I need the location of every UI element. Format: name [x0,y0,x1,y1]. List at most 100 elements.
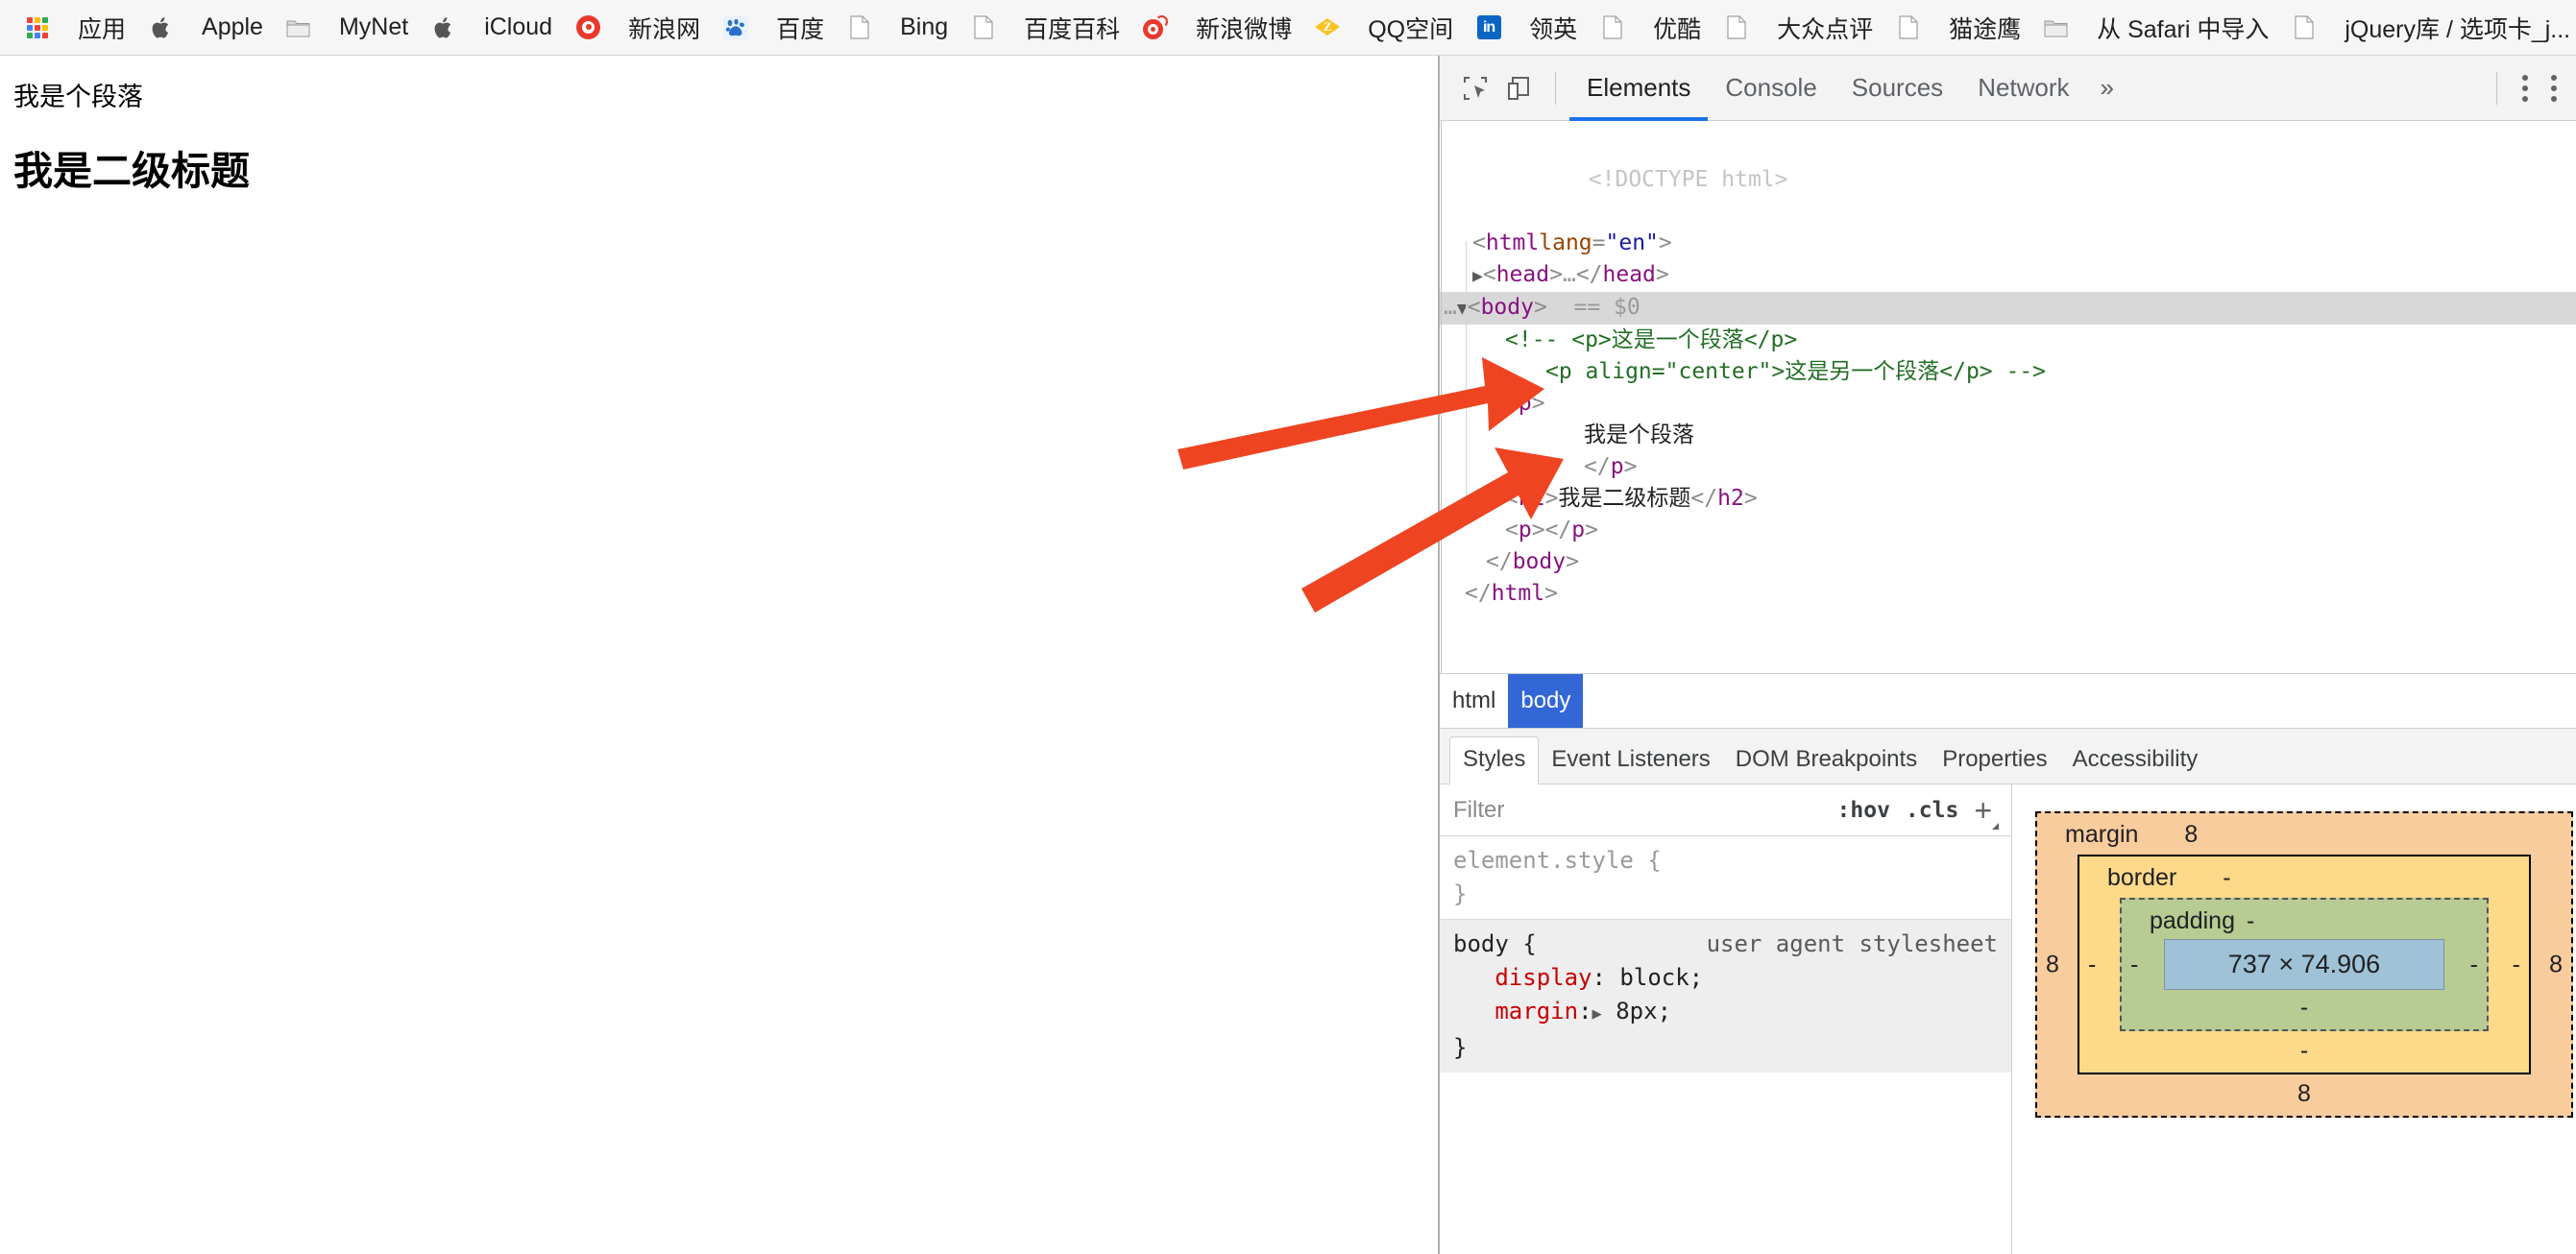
dom-line-doctype[interactable]: <!DOCTYPE html> [1440,133,2576,228]
bookmark-weibo[interactable]: 新浪微博 [1131,7,1303,49]
tab-accessibility[interactable]: Accessibility [2060,737,2211,784]
attr-name-lang: lang [1539,230,1592,255]
bookmark-youku[interactable]: 优酷 [1589,7,1713,49]
tree-guide-line [1466,241,1467,515]
bookmark-bing[interactable]: Bing [836,7,960,49]
dom-line-h2[interactable]: <h2>我是二级标题</h2> [1440,483,2576,515]
bookmark-safari-import-folder[interactable]: 从 Safari 中导入 [2032,7,2280,49]
box-model-border-right-value[interactable]: - [2513,951,2520,978]
tab-properties[interactable]: Properties [1930,737,2059,784]
inspect-element-icon[interactable] [1453,66,1497,110]
dom-line-comment-2[interactable]: <p align="center">这是另一个段落</p> --> [1440,356,2576,388]
bookmark-label: 新浪网 [609,11,700,45]
tab-console[interactable]: Console [1708,56,1834,121]
tab-dom-breakpoints[interactable]: DOM Breakpoints [1723,737,1930,784]
bookmark-label: MyNet [320,13,408,41]
box-model-margin[interactable]: margin 8 8 8 border - - - [2035,811,2573,1118]
dom-line-p-close[interactable]: </p> [1440,451,2576,483]
box-model-border-header: border - [2079,864,2529,892]
browser-window: 应用 Apple MyNet iCloud 新浪网 [0,0,2576,1254]
bookmark-label: 大众点评 [1758,11,1873,45]
tab-event-listeners[interactable]: Event Listeners [1539,737,1722,784]
box-model-margin-label: margin [2046,821,2138,849]
dom-tree[interactable]: <!DOCTYPE html> <htmllang="en"> ▶<head>…… [1440,121,2576,673]
bookmark-label: iCloud [465,13,552,41]
box-model-border-bottom-value[interactable]: - [2079,1037,2529,1065]
dom-line-body-close[interactable]: </body> [1440,546,2576,578]
qq-star-icon: Z [1315,15,1340,40]
box-model-padding-left-value[interactable]: - [2130,951,2138,978]
comment-text-line2: <p align="center">这是另一个段落</p> --> [1545,359,2046,384]
box-model-padding[interactable]: padding - - - 737 × 74.906 - [2120,898,2489,1031]
box-model-padding-bottom-value[interactable]: - [2122,994,2487,1022]
declaration-property-margin[interactable]: margin [1495,998,1578,1025]
box-model-margin-header: margin 8 [2037,821,2571,849]
bookmark-tripadvisor[interactable]: 猫途鹰 [1884,7,2032,49]
dom-line-comment-1[interactable]: <!-- <p>这是一个段落</p> [1440,325,2576,356]
sina-icon [575,15,600,40]
box-model-border-left-value[interactable]: - [2088,951,2096,978]
tab-sources[interactable]: Sources [1835,56,1960,121]
box-model-border[interactable]: border - - - padding - - - 737 [2078,855,2531,1074]
expand-triangle-icon[interactable]: ▶ [1472,266,1483,286]
filter-input[interactable]: Filter [1453,797,1837,824]
folder-icon [286,15,311,40]
declaration-value-display[interactable]: block; [1619,964,1703,991]
body-user-agent-rule[interactable]: user agent stylesheetbody { display: blo… [1440,919,2011,1073]
bookmark-linkedin[interactable]: in 领英 [1465,7,1589,49]
tab-styles[interactable]: Styles [1449,736,1539,784]
bookmark-sina[interactable]: 新浪网 [564,7,712,49]
more-tabs-chevron-icon[interactable]: » [2087,56,2127,121]
bookmark-label: Bing [881,13,948,41]
bookmark-qqzone[interactable]: Z QQ空间 [1303,7,1465,49]
tab-elements[interactable]: Elements [1569,56,1708,121]
element-style-selector: element.style { [1453,847,1662,874]
declaration-property-display[interactable]: display [1495,964,1592,991]
new-style-rule-button[interactable]: + [1974,795,1998,826]
bookmark-mynet[interactable]: MyNet [275,7,420,49]
bookmark-jquery[interactable]: jQuery库 / 选项卡_j... [2280,7,2576,49]
toolbar-right-group [2483,66,2568,110]
tab-network[interactable]: Network [1960,56,2086,121]
styles-pane: Filter :hov .cls + element.style {} user… [1440,784,2576,1254]
vertical-dots-icon[interactable] [2511,66,2540,110]
page-icon [847,15,872,40]
box-model-border-top-value[interactable]: - [2223,864,2230,892]
box-model-margin-top-value[interactable]: 8 [2184,821,2198,849]
breadcrumb-item-body[interactable]: body [1508,674,1583,728]
box-model-column: margin 8 8 8 border - - - [2012,784,2576,1254]
expand-shorthand-triangle-icon[interactable]: ▶ [1592,1004,1602,1024]
device-toolbar-icon[interactable] [1497,66,1542,110]
styles-pane-tab-strip: Styles Event Listeners DOM Breakpoints P… [1440,729,2576,784]
bookmark-label: 新浪微博 [1177,11,1292,45]
bookmark-baidu[interactable]: 百度 [712,7,836,49]
dom-line-head[interactable]: ▶<head>…</head> [1440,259,2576,292]
bookmark-baidu-baike[interactable]: 百度百科 [960,7,1131,49]
dom-line-p-empty[interactable]: <p></p> [1440,515,2576,546]
breadcrumb-item-html[interactable]: html [1440,674,1508,728]
element-style-rule[interactable]: element.style {} [1440,836,2011,919]
bookmark-apps[interactable]: 应用 [13,7,137,49]
box-model-padding-right-value[interactable]: - [2470,951,2478,978]
bookmark-dianping[interactable]: 大众点评 [1713,7,1884,49]
dom-line-html-open[interactable]: <htmllang="en"> [1440,228,2576,259]
box-model-padding-top-value[interactable]: - [2247,907,2254,935]
box-model-content-size[interactable]: 737 × 74.906 [2164,939,2444,990]
vertical-dots-icon[interactable] [2540,66,2568,110]
dom-line-p-text[interactable]: 我是个段落 [1440,420,2576,451]
cls-toggle-button[interactable]: .cls [1906,798,1958,823]
apple-logo-icon [431,15,456,40]
hov-toggle-button[interactable]: :hov [1837,798,1890,823]
dom-line-body-open-selected[interactable]: …▼<body> == $0 [1440,292,2576,325]
box-model-margin-left-value[interactable]: 8 [2046,951,2059,978]
box-model-margin-right-value[interactable]: 8 [2549,951,2563,978]
box-model-margin-bottom-value[interactable]: 8 [2037,1080,2571,1108]
bookmark-icloud[interactable]: iCloud [420,7,564,49]
declaration-value-margin[interactable]: 8px; [1616,998,1671,1025]
dom-line-html-close[interactable]: </html> [1440,578,2576,610]
devtools-panel: Elements Console Sources Network » <!DOC… [1438,56,2576,1254]
dom-line-p-open[interactable]: <p> [1440,388,2576,420]
bookmark-apple[interactable]: Apple [137,7,275,49]
attr-value-en: "en" [1606,230,1659,255]
bookmark-label: 猫途鹰 [1930,11,2021,45]
